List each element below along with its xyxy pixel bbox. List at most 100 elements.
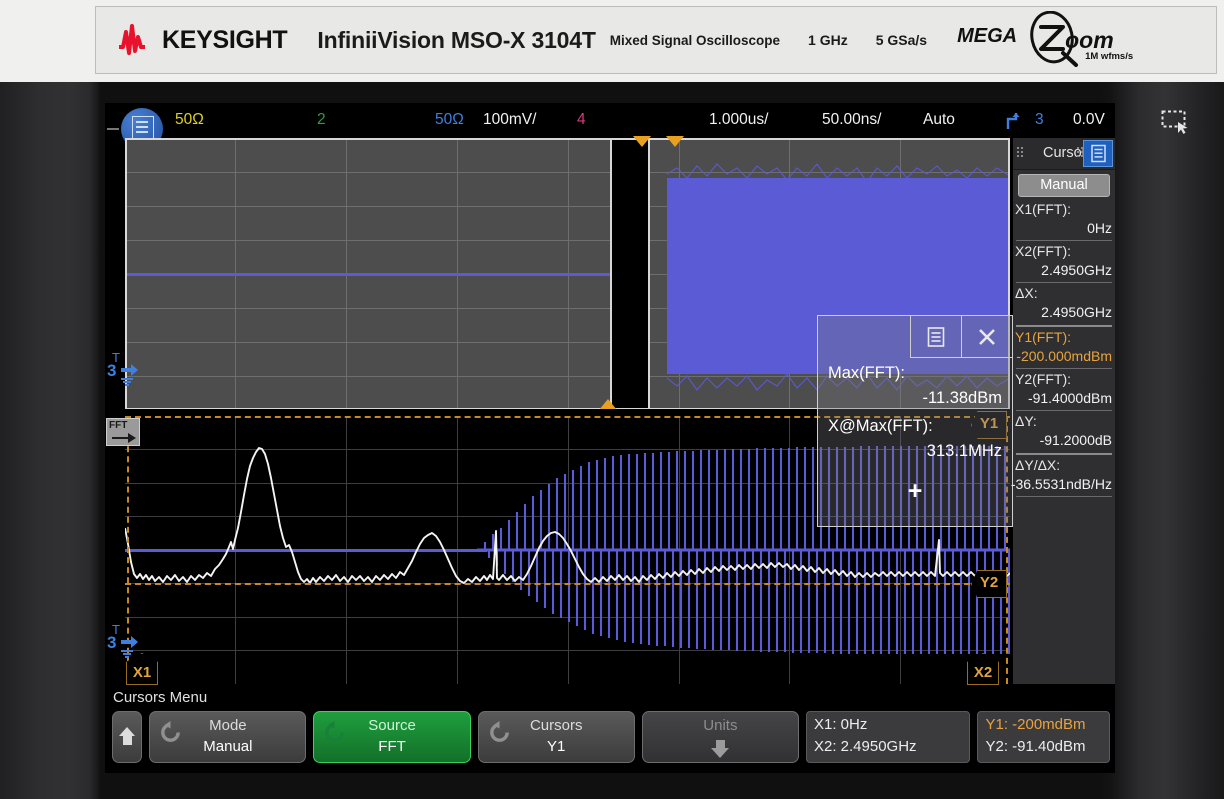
measurement-popup-header xyxy=(910,316,1012,358)
softkey-source[interactable]: Source FFT xyxy=(313,711,470,763)
status-bar: 50Ω 2 50Ω 100mV/ 4 1.000us/ 50.00ns/ Aut… xyxy=(105,103,1115,138)
bandwidth-spec: 1 GHz xyxy=(808,32,848,48)
megazoom-mega-text: MEGA xyxy=(957,25,1017,48)
trigger-level[interactable]: 0.0V xyxy=(1073,111,1105,129)
measurement-max-label: Max(FFT): xyxy=(828,364,905,383)
list-menu-icon xyxy=(926,326,946,348)
softkey-cursors-label: Cursors xyxy=(479,717,634,734)
cursor-readout-y1: Y1: -200mdBm xyxy=(985,716,1085,733)
measurement-menu-button[interactable] xyxy=(910,316,961,358)
sample-rate-spec: 5 GSa/s xyxy=(876,32,927,48)
cursor-readout-x1: X1: 0Hz xyxy=(814,716,867,733)
measurement-popup[interactable]: Max(FFT): -11.38dBm X@Max(FFT): 313.1MHz… xyxy=(817,315,1013,527)
fft-badge-label: FFT xyxy=(109,420,127,431)
softkey-source-label: Source xyxy=(314,717,469,734)
ch4-label[interactable]: 4 xyxy=(577,111,586,129)
megazoom-wfms-text: 1M wfms/s xyxy=(1085,51,1133,62)
trigger-edge-icon[interactable] xyxy=(1005,111,1020,131)
cursor-row-dx[interactable]: ΔX: 2.4950GHz xyxy=(1013,285,1115,323)
zoom-left-marker-icon[interactable] xyxy=(633,136,651,147)
branding-bar: KEYSIGHT InfiniiVision MSO-X 3104T Mixed… xyxy=(95,6,1217,74)
oscilloscope-screenshot: KEYSIGHT InfiniiVision MSO-X 3104T Mixed… xyxy=(0,0,1224,799)
softkey-mode-value: Manual xyxy=(150,738,305,755)
trigger-mode[interactable]: Auto xyxy=(923,111,955,129)
channel-marker-lower[interactable]: 3 xyxy=(107,633,116,653)
softkey-cursors[interactable]: Cursors Y1 xyxy=(478,711,635,763)
cursor-row-y2-label: Y2(FFT): xyxy=(1015,371,1071,387)
megazoom-logo: MEGA oom 1M wfms/s xyxy=(957,15,1147,65)
ch2-label[interactable]: 2 xyxy=(317,111,326,129)
measurement-xatmax-label: X@Max(FFT): xyxy=(828,417,933,436)
list-menu-icon xyxy=(1090,144,1107,163)
softkey-units[interactable]: Units xyxy=(642,711,799,763)
megazoom-oom-text: oom xyxy=(1065,27,1114,54)
cursor-mode-button[interactable]: Manual xyxy=(1018,174,1110,197)
keysight-wave-icon xyxy=(118,23,158,57)
menu-title: Cursors Menu xyxy=(113,689,207,706)
softkey-row: Mode Manual Source FFT Cursors Y1 xyxy=(112,711,1110,763)
cursor-row-dy[interactable]: ΔY: -91.2000dB xyxy=(1013,413,1115,451)
model-name: InfiniiVision MSO-X 3104T xyxy=(317,27,595,54)
cursor-row-y1-value: -200.000mdBm xyxy=(1016,348,1112,364)
cursor-row-dydx[interactable]: ΔY/ΔX: -36.5531ndB/Hz xyxy=(1013,457,1115,495)
cursor-row-y2-value: -91.4000dBm xyxy=(1028,390,1112,406)
fft-source-badge[interactable]: FFT xyxy=(106,418,140,446)
softkey-mode-label: Mode xyxy=(150,717,305,734)
zoom-timebase[interactable]: 50.00ns/ xyxy=(822,111,881,129)
cursor-row-y1[interactable]: Y1(FFT): -200.000mdBm xyxy=(1013,329,1115,367)
selection-rect-cursor-icon[interactable] xyxy=(1161,110,1191,134)
instrument-bezel-top: KEYSIGHT InfiniiVision MSO-X 3104T Mixed… xyxy=(0,0,1224,82)
cursor-y2-line[interactable] xyxy=(125,583,1010,585)
channel-marker-upper[interactable]: 3 xyxy=(107,361,116,381)
ch3-vertical-scale[interactable]: 100mV/ xyxy=(483,111,536,129)
cursor-sidebar-header: Cursor xyxy=(1013,138,1115,170)
zoom-right-marker-icon[interactable] xyxy=(666,136,684,147)
vendor-name: KEYSIGHT xyxy=(162,26,287,55)
ground-reference-icon-upper[interactable] xyxy=(119,359,139,387)
cursor-row-dy-value: -91.2000dB xyxy=(1040,432,1112,448)
arrow-down-icon xyxy=(711,748,729,758)
cursor-row-x1-label: X1(FFT): xyxy=(1015,201,1071,217)
cursor-row-x1-value: 0Hz xyxy=(1087,220,1112,236)
cursor-row-y2[interactable]: Y2(FFT): -91.4000dBm xyxy=(1013,371,1115,409)
ch1-offset-marker xyxy=(107,128,119,130)
zoom-window-marker[interactable] xyxy=(610,138,650,410)
cursor-row-y1-label: Y1(FFT): xyxy=(1015,329,1071,345)
ground-reference-icon-lower[interactable] xyxy=(119,631,139,659)
cursor-row-dydx-value: -36.5531ndB/Hz xyxy=(1011,476,1112,492)
cursor-row-dydx-label: ΔY/ΔX: xyxy=(1015,457,1060,473)
close-icon xyxy=(976,326,998,348)
trigger-source[interactable]: 3 xyxy=(1035,111,1044,129)
keysight-logo: KEYSIGHT xyxy=(118,23,287,57)
ch3-impedance[interactable]: 50Ω xyxy=(435,111,464,129)
measurement-close-button[interactable] xyxy=(961,316,1012,358)
cursor-readout-y2: Y2: -91.40dBm xyxy=(985,738,1085,755)
cursor-panel-menu-button[interactable] xyxy=(1083,140,1113,167)
measurement-xatmax-value: 313.1MHz xyxy=(927,442,1002,461)
cursor-sidebar: Cursor Manual X1(FFT): xyxy=(1013,138,1115,684)
drag-handle-left-icon[interactable] xyxy=(1017,147,1026,160)
softkey-back-button[interactable] xyxy=(112,711,142,763)
add-measurement-button[interactable]: + xyxy=(818,479,1012,504)
measurement-max-value: -11.38dBm xyxy=(923,389,1003,408)
arrow-up-icon xyxy=(119,727,135,736)
softkey-mode[interactable]: Mode Manual xyxy=(149,711,306,763)
main-timebase[interactable]: 1.000us/ xyxy=(709,111,768,129)
cursor-row-dx-label: ΔX: xyxy=(1015,285,1038,301)
softkey-cursors-value: Y1 xyxy=(479,738,634,755)
cursor-tag-y2[interactable]: Y2 xyxy=(971,570,1007,598)
cursor-row-x2[interactable]: X2(FFT): 2.4950GHz xyxy=(1013,243,1115,281)
cursor-row-dx-value: 2.4950GHz xyxy=(1041,304,1112,320)
scope-screen: 50Ω 2 50Ω 100mV/ 4 1.000us/ 50.00ns/ Aut… xyxy=(105,103,1115,773)
cursor-row-x1[interactable]: X1(FFT): 0Hz xyxy=(1013,201,1115,239)
cursor-readout-x[interactable]: X1: 0Hz X2: 2.4950GHz xyxy=(806,711,970,763)
fft-badge-arrow-icon xyxy=(111,432,137,444)
cursor-readout-y[interactable]: Y1: -200mdBm Y2: -91.40dBm xyxy=(977,711,1110,763)
softkey-units-label: Units xyxy=(643,717,798,734)
cursor-row-dy-label: ΔY: xyxy=(1015,413,1037,429)
cursor-row-x2-label: X2(FFT): xyxy=(1015,243,1071,259)
ch1-impedance[interactable]: 50Ω xyxy=(175,111,204,129)
instrument-subtitle: Mixed Signal Oscilloscope xyxy=(610,33,780,48)
softkey-source-value: FFT xyxy=(314,738,469,755)
cursor-readout-x2: X2: 2.4950GHz xyxy=(814,738,917,755)
